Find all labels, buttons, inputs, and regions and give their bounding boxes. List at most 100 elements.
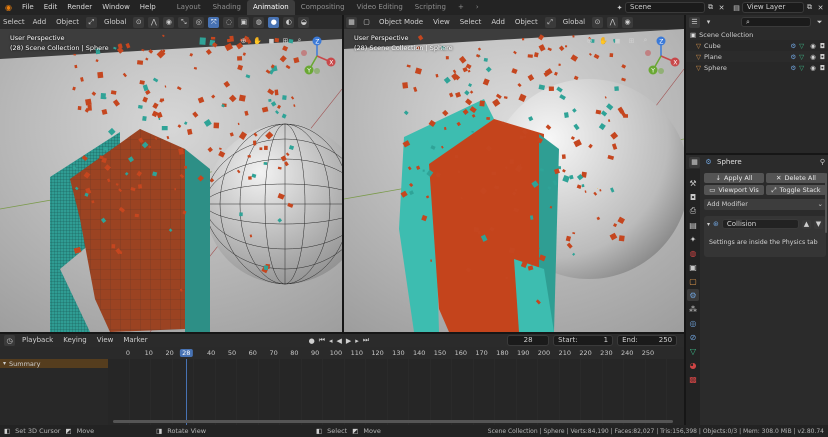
left-pan-icon[interactable]: ✋ (252, 35, 263, 46)
properties-editor-icon[interactable]: ▦ (689, 156, 700, 168)
data-tab-icon[interactable]: ▽ (687, 345, 699, 357)
tool-tab-icon[interactable]: ⚒ (687, 177, 699, 189)
right-orientation-dropdown[interactable]: Global (560, 17, 588, 28)
left-pivot-icon[interactable]: ⊙ (133, 16, 145, 28)
outliner-root-row[interactable]: ▣ Scene Collection (686, 29, 828, 40)
timeline-editor-icon[interactable]: ◷ (4, 335, 15, 346)
right-mode-icon[interactable]: ▢ (361, 17, 372, 28)
tab-scripting[interactable]: Scripting (409, 0, 452, 15)
menu-render[interactable]: Render (62, 0, 97, 15)
start-frame-field[interactable]: Start: 1 (553, 335, 614, 346)
left-menu-select[interactable]: Select (2, 17, 26, 28)
tab-animation[interactable]: Animation (247, 0, 295, 15)
left-snap-icon[interactable]: ⋀ (148, 16, 160, 28)
playhead-line[interactable] (186, 359, 187, 425)
left-orientation-icon[interactable]: ⤢ (85, 16, 97, 28)
properties-scrollbar[interactable] (825, 173, 827, 233)
timeline-h-scrollbar[interactable] (113, 420, 673, 423)
right-pan-icon[interactable]: ✋ (598, 35, 609, 46)
outliner-item-sphere[interactable]: ▽ Sphere ⚙ ▽ ◉ ◘ (686, 62, 828, 73)
visibility-eye-icon[interactable]: ◉ (810, 53, 816, 61)
menu-help[interactable]: Help (135, 0, 161, 15)
visibility-eye-icon[interactable]: ◉ (810, 64, 816, 72)
output-tab-icon[interactable]: ⎙ (687, 205, 699, 217)
delete-all-button[interactable]: ✕ Delete All (766, 173, 826, 183)
left-grid-icon[interactable]: ⊞ (280, 35, 291, 46)
apply-all-button[interactable]: ↓ Apply All (704, 173, 764, 183)
outliner-display-icon[interactable]: ▾ (703, 17, 714, 28)
scene-icon[interactable]: ✦ (614, 2, 625, 13)
play-icon[interactable]: ▶ (346, 337, 351, 345)
timeline-keyframe-area[interactable] (108, 359, 684, 425)
right-menu-object[interactable]: Object (512, 17, 541, 28)
next-key-icon[interactable]: ▸ (355, 337, 359, 345)
viewport-vis-button[interactable]: ▭ Viewport Vis (704, 185, 764, 195)
right-pivot-icon[interactable]: ⊙ (592, 16, 604, 28)
right-orientation-icon[interactable]: ⤢ (544, 16, 556, 28)
left-overlay-icon[interactable]: ◌ (223, 16, 235, 28)
right-viewport[interactable]: ▦ ▢ Object Mode View Select Add Object ⤢… (344, 15, 684, 332)
collapse-arrow-icon[interactable]: ▾ (707, 221, 710, 228)
toggle-stack-button[interactable]: ⤢ Toggle Stack (766, 185, 826, 195)
render-camera-icon[interactable]: ◘ (820, 53, 825, 61)
view-layer-icon[interactable]: ▤ (731, 2, 742, 13)
render-camera-icon[interactable]: ◘ (820, 64, 825, 72)
menu-edit[interactable]: Edit (39, 0, 63, 15)
right-mode-dropdown[interactable]: Object Mode (376, 17, 426, 28)
viewport-divider[interactable] (342, 15, 344, 332)
tab-shading[interactable]: Shading (207, 0, 247, 15)
pin-icon[interactable]: ⚲ (820, 158, 825, 166)
left-viewport[interactable]: Select Add Object ⤢ Global ⊙ ⋀ ◉ ⤡ ◎ ⤧ ◌… (0, 15, 342, 332)
left-rendered-icon[interactable]: ◒ (298, 16, 310, 28)
tab-compositing[interactable]: Compositing (295, 0, 351, 15)
left-camera-icon[interactable]: ◼ (266, 35, 277, 46)
left-menu-add[interactable]: Add (30, 17, 50, 28)
left-material-icon[interactable]: ◐ (283, 16, 295, 28)
right-menu-add[interactable]: Add (488, 17, 508, 28)
area-divider-vertical[interactable] (684, 15, 686, 425)
view-layer-tab-icon[interactable]: ▤ (687, 219, 699, 231)
jump-end-icon[interactable]: ⏭ (363, 336, 369, 345)
physics-tab-icon[interactable]: ◎ (687, 317, 699, 329)
new-view-layer-icon[interactable]: ⧉ (804, 2, 815, 13)
timeline-menu-keying[interactable]: Keying (60, 335, 90, 346)
scene-field[interactable]: Scene (625, 2, 705, 13)
tab-video-editing[interactable]: Video Editing (351, 0, 409, 15)
material-tab-icon[interactable]: ◕ (687, 359, 699, 371)
current-frame-field[interactable]: 28 (507, 335, 550, 346)
right-snap-icon[interactable]: ⋀ (607, 16, 619, 28)
right-menu-view[interactable]: View (430, 17, 453, 28)
jump-start-icon[interactable]: ⏮ (319, 336, 325, 345)
left-ortho-icon[interactable]: ⤡ (178, 16, 190, 28)
timeline-menu-view[interactable]: View (94, 335, 117, 346)
left-view-icon[interactable]: ◎ (193, 16, 205, 28)
visibility-eye-icon[interactable]: ◉ (810, 42, 816, 50)
outliner-item-plane[interactable]: ▽ Plane ⚙ ▽ ◉ ◘ (686, 51, 828, 62)
timeline-menu-marker[interactable]: Marker (120, 335, 150, 346)
add-modifier-dropdown[interactable]: Add Modifier ⌄ (704, 199, 826, 210)
new-scene-icon[interactable]: ⧉ (705, 2, 716, 13)
right-grid-icon[interactable]: ⊞ (626, 35, 637, 46)
collection-tab-icon[interactable]: ▣ (687, 261, 699, 273)
outliner-search-input[interactable]: ⌕ (741, 17, 811, 27)
workspace-arrow-icon[interactable]: › (470, 0, 485, 15)
delete-view-layer-icon[interactable]: ✕ (815, 2, 826, 13)
outliner-item-cube[interactable]: ▽ Cube ⚙ ▽ ◉ ◘ (686, 40, 828, 51)
left-orientation-dropdown[interactable]: Global (101, 17, 129, 28)
right-axis-gizmo[interactable]: Z X Y (640, 35, 682, 77)
constraints-tab-icon[interactable]: ⊘ (687, 331, 699, 343)
scene-tab-icon[interactable]: ✦ (687, 233, 699, 245)
outliner-divider[interactable] (686, 153, 828, 155)
view-layer-field[interactable]: View Layer (742, 2, 804, 13)
right-camera-icon[interactable]: ◼ (612, 35, 623, 46)
right-proportional-icon[interactable]: ◉ (622, 16, 634, 28)
record-icon[interactable]: ● (309, 337, 315, 345)
left-wireframe-icon[interactable]: ◍ (253, 16, 265, 28)
right-menu-select[interactable]: Select (457, 17, 485, 28)
prev-key-icon[interactable]: ◂ (329, 337, 333, 345)
left-zoom-icon[interactable]: ⊕ (238, 35, 249, 46)
object-tab-icon[interactable]: ▢ (687, 275, 699, 287)
play-reverse-icon[interactable]: ◀ (337, 337, 342, 345)
timeline-menu-playback[interactable]: Playback (19, 335, 56, 346)
render-tab-icon[interactable]: ◘ (687, 191, 699, 203)
